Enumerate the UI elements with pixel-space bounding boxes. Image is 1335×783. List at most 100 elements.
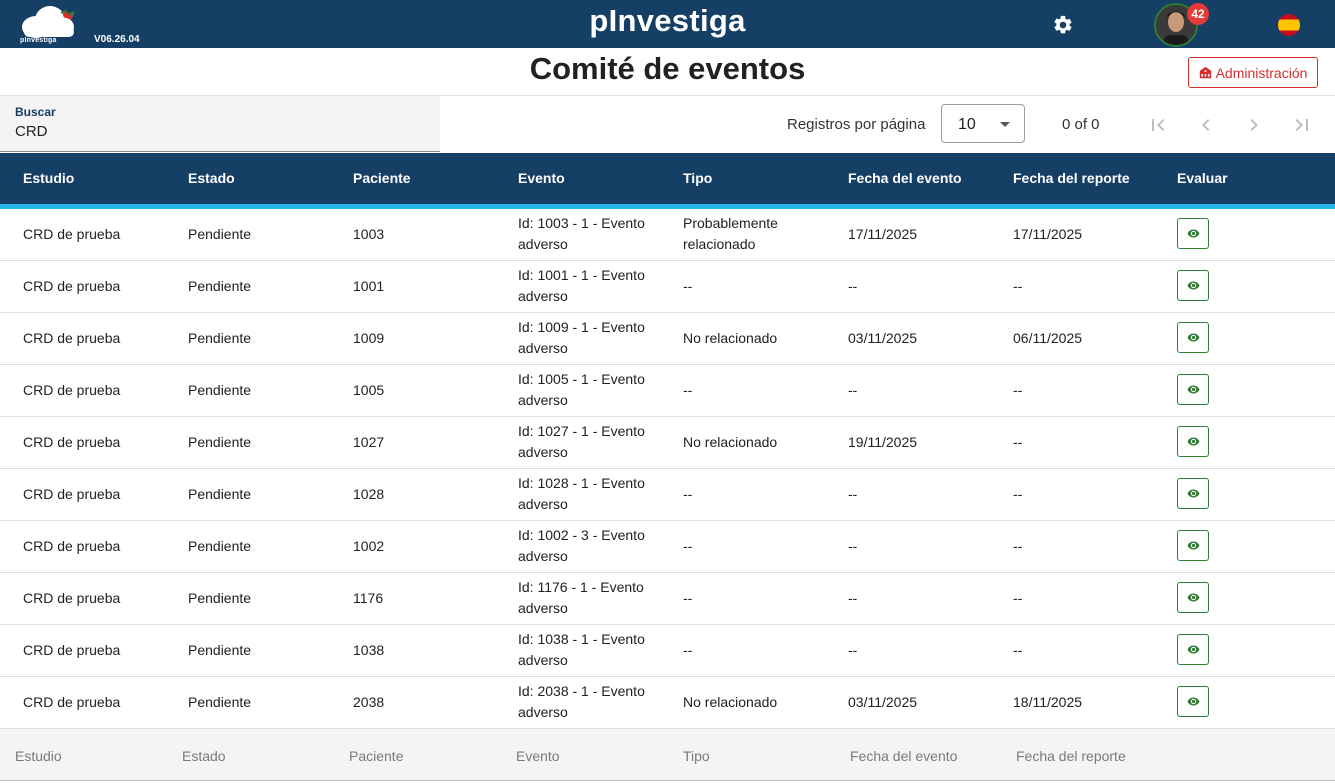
evaluate-button[interactable] — [1177, 582, 1209, 613]
cell-paciente: 1038 — [353, 642, 385, 658]
cell-fecha-reporte: -- — [1013, 434, 1023, 450]
evaluate-button[interactable] — [1177, 218, 1209, 249]
table-row[interactable]: CRD de prueba Pendiente 1009 Id: 1009 - … — [0, 313, 1335, 365]
cell-tipo: Probablemente relacionado — [683, 215, 778, 252]
evaluate-button[interactable] — [1177, 634, 1209, 665]
table-row[interactable]: CRD de prueba Pendiente 1005 Id: 1005 - … — [0, 365, 1335, 417]
caret-down-icon — [1000, 122, 1010, 127]
eye-icon — [1187, 281, 1199, 290]
cell-tipo: -- — [683, 538, 693, 554]
cell-fecha-reporte: -- — [1013, 538, 1023, 554]
eye-icon — [1187, 645, 1199, 654]
cell-tipo: -- — [683, 486, 693, 502]
column-header-estado[interactable]: Estado — [188, 170, 235, 186]
first-page-icon — [1152, 119, 1165, 131]
evaluate-button[interactable] — [1177, 426, 1209, 457]
evaluate-button[interactable] — [1177, 686, 1209, 717]
footer-column-paciente: Paciente — [349, 748, 404, 764]
eye-icon — [1187, 489, 1199, 498]
cell-fecha-evento: -- — [848, 382, 858, 398]
evaluate-button[interactable] — [1177, 478, 1209, 509]
cell-paciente: 2038 — [353, 694, 385, 710]
cell-estudio: CRD de prueba — [23, 434, 121, 450]
eye-icon — [1187, 385, 1199, 394]
cell-fecha-reporte: 06/11/2025 — [1013, 330, 1083, 346]
cell-evento: Id: 1038 - 1 - Evento adverso — [518, 631, 645, 668]
spain-flag-icon[interactable] — [1278, 14, 1300, 36]
eye-icon — [1187, 541, 1199, 550]
footer-column-fecha-evento: Fecha del evento — [850, 748, 958, 764]
footer-column-estado: Estado — [182, 748, 226, 764]
cell-estado: Pendiente — [188, 590, 252, 606]
cell-estado: Pendiente — [188, 278, 252, 294]
cell-fecha-evento: 03/11/2025 — [848, 694, 918, 710]
column-header-paciente[interactable]: Paciente — [353, 170, 411, 186]
eye-icon — [1187, 333, 1199, 342]
previous-page-button[interactable] — [1194, 113, 1218, 137]
next-page-button[interactable] — [1242, 113, 1266, 137]
search-label: Buscar — [15, 105, 56, 119]
last-page-icon — [1295, 119, 1308, 131]
cell-paciente: 1009 — [353, 330, 385, 346]
eye-icon — [1187, 229, 1199, 238]
table-body: CRD de prueba Pendiente 1003 Id: 1003 - … — [0, 209, 1335, 729]
table-row[interactable]: CRD de prueba Pendiente 1038 Id: 1038 - … — [0, 625, 1335, 677]
first-page-button[interactable] — [1146, 113, 1170, 137]
page-title: Comité de eventos — [529, 51, 806, 86]
evaluate-button[interactable] — [1177, 322, 1209, 353]
cell-fecha-evento: -- — [848, 590, 858, 606]
cell-fecha-reporte: -- — [1013, 486, 1023, 502]
table-row[interactable]: CRD de prueba Pendiente 2038 Id: 2038 - … — [0, 677, 1335, 729]
gear-icon[interactable] — [1052, 14, 1074, 36]
table-row[interactable]: CRD de prueba Pendiente 1028 Id: 1028 - … — [0, 469, 1335, 521]
cell-tipo: -- — [683, 642, 693, 658]
chevron-left-icon — [1202, 119, 1210, 131]
last-page-button[interactable] — [1290, 113, 1314, 137]
cell-fecha-reporte: 17/11/2025 — [1013, 226, 1083, 242]
evaluate-button[interactable] — [1177, 530, 1209, 561]
footer-column-evento: Evento — [516, 748, 560, 764]
table-row[interactable]: CRD de prueba Pendiente 1001 Id: 1001 - … — [0, 261, 1335, 313]
cell-estado: Pendiente — [188, 330, 252, 346]
cell-evento: Id: 1005 - 1 - Evento adverso — [518, 371, 645, 408]
admin-button[interactable]: Administración — [1188, 57, 1318, 88]
cell-estudio: CRD de prueba — [23, 486, 121, 502]
cell-estudio: CRD de prueba — [23, 278, 121, 294]
cell-paciente: 1003 — [353, 226, 385, 242]
cell-fecha-evento: -- — [848, 486, 858, 502]
column-header-estudio[interactable]: Estudio — [23, 170, 74, 186]
footer-column-tipo: Tipo — [683, 748, 710, 764]
cell-evento: Id: 1027 - 1 - Evento adverso — [518, 423, 645, 460]
cell-estado: Pendiente — [188, 226, 252, 242]
cell-estudio: CRD de prueba — [23, 538, 121, 554]
column-header-tipo[interactable]: Tipo — [683, 170, 712, 186]
column-header-evento[interactable]: Evento — [518, 170, 565, 186]
table-row[interactable]: CRD de prueba Pendiente 1176 Id: 1176 - … — [0, 573, 1335, 625]
search-field[interactable]: Buscar — [0, 96, 440, 152]
evaluate-button[interactable] — [1177, 270, 1209, 301]
column-header-evaluar: Evaluar — [1177, 170, 1228, 186]
cell-estado: Pendiente — [188, 694, 252, 710]
table-row[interactable]: CRD de prueba Pendiente 1027 Id: 1027 - … — [0, 417, 1335, 469]
eye-icon — [1187, 593, 1199, 602]
column-header-fecha-reporte[interactable]: Fecha del reporte — [1013, 170, 1130, 186]
app-brand: pInvestiga — [589, 3, 746, 38]
notification-badge: 42 — [1187, 3, 1209, 25]
table-row[interactable]: CRD de prueba Pendiente 1003 Id: 1003 - … — [0, 209, 1335, 261]
cell-estudio: CRD de prueba — [23, 382, 121, 398]
rows-per-page-select[interactable]: 10 — [941, 104, 1025, 143]
cell-tipo: -- — [683, 278, 693, 294]
search-input[interactable] — [15, 123, 415, 140]
cell-evento: Id: 2038 - 1 - Evento adverso — [518, 683, 645, 720]
cell-evento: Id: 1003 - 1 - Evento adverso — [518, 215, 645, 252]
cell-fecha-evento: 17/11/2025 — [848, 226, 918, 242]
cell-evento: Id: 1009 - 1 - Evento adverso — [518, 319, 645, 356]
cell-evento: Id: 1001 - 1 - Evento adverso — [518, 267, 645, 304]
cell-paciente: 1028 — [353, 486, 385, 502]
table-row[interactable]: CRD de prueba Pendiente 1002 Id: 1002 - … — [0, 521, 1335, 573]
cell-evento: Id: 1028 - 1 - Evento adverso — [518, 475, 645, 512]
cell-fecha-reporte: -- — [1013, 382, 1023, 398]
evaluate-button[interactable] — [1177, 374, 1209, 405]
column-header-fecha-evento[interactable]: Fecha del evento — [848, 170, 962, 186]
cell-fecha-evento: -- — [848, 642, 858, 658]
